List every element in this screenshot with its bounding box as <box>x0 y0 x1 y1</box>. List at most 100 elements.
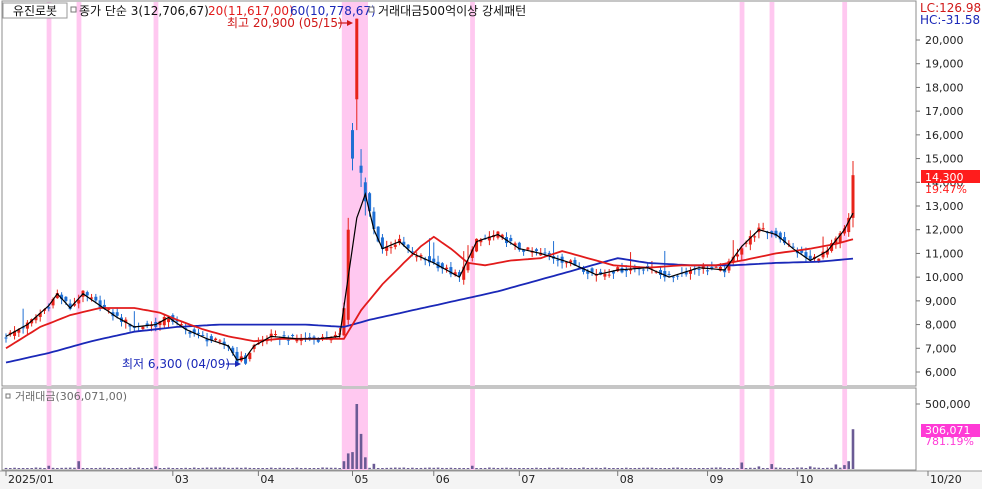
volume-bar <box>513 468 517 469</box>
volume-bar <box>34 467 38 469</box>
volume-bar <box>462 468 466 469</box>
highlight-band <box>769 2 775 386</box>
volume-bar <box>261 468 264 469</box>
volume-bar <box>128 467 132 469</box>
highlight-band-volume <box>739 389 745 470</box>
time-axis-label: 03 <box>175 473 189 486</box>
volume-bar <box>64 467 68 469</box>
volume-bar <box>530 468 534 469</box>
volume-bar <box>693 468 697 469</box>
volume-bar <box>466 468 470 469</box>
volume-bar <box>171 468 175 469</box>
x-axis-bg <box>0 471 982 489</box>
highlight-band <box>358 2 364 386</box>
time-axis-label: 05 <box>355 473 369 486</box>
volume-bar <box>791 468 795 469</box>
volume-bar <box>672 467 675 469</box>
volume-bar <box>509 467 513 469</box>
candle-body <box>740 248 744 255</box>
volume-bar <box>808 466 812 469</box>
volume-bar <box>406 468 410 469</box>
volume-bar <box>428 467 431 469</box>
volume-bar <box>787 467 791 469</box>
volume-bar <box>577 468 581 469</box>
volume-bar <box>30 468 33 469</box>
price-change-pct: 19.47% <box>925 183 967 196</box>
volume-bar <box>47 465 51 469</box>
stock-name[interactable]: 유진로봇 <box>13 4 57 18</box>
volume-bar <box>458 467 461 469</box>
candle-body <box>509 237 513 242</box>
volume-bar <box>154 466 158 469</box>
volume-bar <box>133 468 136 469</box>
volume-bar <box>299 468 303 469</box>
volume-bar <box>616 468 620 469</box>
volume-bar <box>500 467 504 469</box>
volume-bar <box>526 468 530 469</box>
candle-body <box>197 332 200 334</box>
volume-bar <box>483 467 487 469</box>
volume-bar <box>620 468 624 469</box>
price-axis-label: 18,000 <box>925 81 964 94</box>
volume-bar <box>804 468 808 469</box>
candle-body <box>761 228 765 230</box>
volume-bar <box>150 467 153 469</box>
volume-bar <box>637 467 641 469</box>
price-axis-label: 13,000 <box>925 200 964 213</box>
volume-bar <box>81 468 85 469</box>
volume-bar <box>453 468 457 469</box>
volume-bar <box>535 467 538 469</box>
volume-bar <box>599 468 602 469</box>
volume-panel-frame <box>1 387 917 471</box>
volume-bar <box>445 467 448 469</box>
volume-bar <box>488 467 491 469</box>
volume-bar <box>162 468 166 469</box>
volume-bar <box>697 468 701 469</box>
volume-bar <box>4 467 8 469</box>
volume-bar <box>359 433 363 469</box>
volume-bar <box>192 467 196 469</box>
candle-body <box>389 247 393 249</box>
volume-bar <box>560 467 564 469</box>
time-axis-label: 07 <box>521 473 535 486</box>
volume-bar <box>629 468 632 469</box>
volume-bar <box>26 468 29 469</box>
time-axis-label: 04 <box>260 473 274 486</box>
volume-bar <box>218 467 222 469</box>
volume-bar <box>847 461 851 469</box>
volume-bar <box>13 467 16 469</box>
highlight-band <box>470 2 475 386</box>
volume-bar <box>107 468 110 469</box>
volume-bar <box>115 468 119 469</box>
volume-bar <box>210 467 213 469</box>
highlight-band-volume <box>769 389 775 470</box>
volume-bar <box>291 468 294 469</box>
candle-body <box>817 258 821 261</box>
candle-body <box>4 337 8 339</box>
volume-bar <box>239 467 243 469</box>
price-axis-label: 20,000 <box>925 34 964 47</box>
volume-bar <box>684 467 688 469</box>
candle-body <box>714 266 718 268</box>
volume-bar <box>68 467 72 469</box>
time-axis-label: 09 <box>710 473 724 486</box>
volume-bar <box>796 467 799 469</box>
volume-bar <box>180 468 183 469</box>
volume-bar <box>479 468 483 469</box>
candle-body <box>167 319 171 323</box>
volume-bar <box>547 467 551 469</box>
volume-bar <box>265 468 269 469</box>
volume-bar <box>834 464 838 469</box>
volume-bar <box>565 468 568 469</box>
hc-value: HC:-31.58 <box>920 13 980 27</box>
volume-bar <box>569 467 572 469</box>
volume-bar <box>659 468 662 469</box>
volume-bar <box>308 468 312 469</box>
volume-bar <box>522 468 525 469</box>
volume-bar <box>257 468 260 469</box>
low-annotation: 최저 6,300 (04/09) <box>122 357 230 371</box>
volume-bar <box>393 467 397 469</box>
highlight-band-volume <box>470 389 475 470</box>
volume-bar <box>778 467 782 469</box>
volume-bar <box>582 467 585 469</box>
